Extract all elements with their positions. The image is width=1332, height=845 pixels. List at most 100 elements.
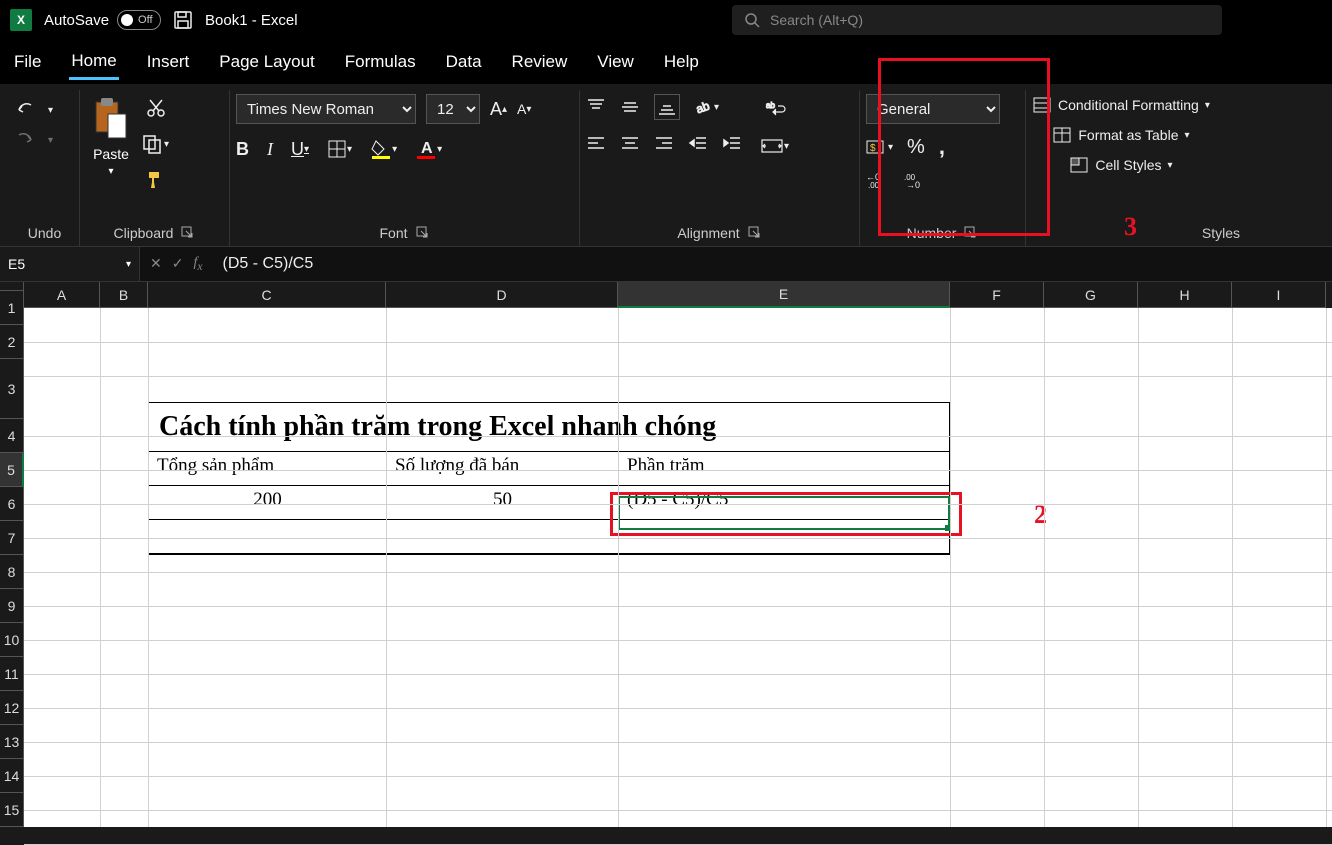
wrap-text-button[interactable]: ab <box>760 100 789 120</box>
align-bottom-icon[interactable] <box>654 94 680 120</box>
header-sold[interactable]: Số lượng đã bán <box>387 452 619 486</box>
tab-data[interactable]: Data <box>444 46 484 78</box>
row-header-3[interactable]: 3 <box>0 359 24 419</box>
format-painter-button[interactable] <box>142 170 169 190</box>
row-header-7[interactable]: 7 <box>0 521 24 555</box>
group-number-label: Number <box>907 225 957 241</box>
row-header-13[interactable]: 13 <box>0 725 24 759</box>
tab-insert[interactable]: Insert <box>145 46 192 78</box>
formula-bar: E5 ▾ ✕ ✓ fx (D5 - C5)/C5 <box>0 246 1332 282</box>
decrease-decimal-icon[interactable]: .00→0 <box>904 170 928 188</box>
redo-button[interactable]: ▾ <box>16 130 53 150</box>
decrease-font-icon[interactable]: A▾ <box>517 101 531 117</box>
enter-formula-icon[interactable]: ✓ <box>172 255 184 273</box>
italic-button[interactable]: I <box>267 139 273 160</box>
clipboard-launcher-icon[interactable] <box>181 226 195 240</box>
svg-text:A: A <box>421 140 433 157</box>
align-left-icon[interactable] <box>586 134 606 154</box>
number-format-select[interactable]: General <box>866 94 1000 124</box>
row-header-5[interactable]: 5 <box>0 453 24 487</box>
align-top-icon[interactable] <box>586 97 606 117</box>
save-icon[interactable] <box>173 10 193 30</box>
ribbon: ▾ ▾ Undo Paste ▾ ▾ Clipboard Times New R <box>0 84 1332 246</box>
underline-button[interactable]: U ▾ <box>291 139 309 160</box>
name-box[interactable]: E5 ▾ <box>0 247 140 281</box>
merge-center-button[interactable]: ▾ <box>760 136 789 156</box>
search-icon <box>744 12 760 28</box>
paste-button[interactable]: Paste ▾ <box>86 94 136 179</box>
col-header-H[interactable]: H <box>1138 282 1232 308</box>
row-header-8[interactable]: 8 <box>0 555 24 589</box>
font-name-select[interactable]: Times New Roman <box>236 94 416 124</box>
cell-styles-button[interactable]: Cell Styles▾ <box>1032 156 1210 174</box>
tab-formulas[interactable]: Formulas <box>343 46 418 78</box>
tab-home[interactable]: Home <box>69 45 118 80</box>
align-right-icon[interactable] <box>654 134 674 154</box>
toggle-switch[interactable]: Off <box>117 10 161 30</box>
col-header-B[interactable]: B <box>100 282 148 308</box>
fill-color-button[interactable]: ▾ <box>370 138 397 160</box>
conditional-formatting-button[interactable]: Conditional Formatting▾ <box>1032 96 1210 114</box>
tab-view[interactable]: View <box>595 46 636 78</box>
increase-indent-icon[interactable] <box>722 134 742 154</box>
decrease-indent-icon[interactable] <box>688 134 708 154</box>
row-header-9[interactable]: 9 <box>0 589 24 623</box>
header-total[interactable]: Tổng sản phẩm <box>149 452 387 486</box>
cut-button[interactable] <box>142 98 169 118</box>
autosave-toggle[interactable]: AutoSave Off <box>44 10 161 30</box>
percent-format-icon[interactable]: % <box>907 136 925 159</box>
font-size-select[interactable]: 12 <box>426 94 480 124</box>
col-header-A[interactable]: A <box>24 282 100 308</box>
cancel-formula-icon[interactable]: ✕ <box>150 255 162 273</box>
number-launcher-icon[interactable] <box>964 226 978 240</box>
borders-button[interactable]: ▾ <box>327 139 352 159</box>
select-all-corner[interactable] <box>0 282 24 291</box>
format-as-table-button[interactable]: Format as Table▾ <box>1032 126 1210 144</box>
row-header-6[interactable]: 6 <box>0 487 24 521</box>
cell-d5[interactable]: 50 <box>387 486 619 520</box>
orientation-icon[interactable]: ab▾ <box>694 97 719 117</box>
row-header-15[interactable]: 15 <box>0 793 24 827</box>
copy-button[interactable]: ▾ <box>142 134 169 154</box>
font-launcher-icon[interactable] <box>416 226 430 240</box>
undo-button[interactable]: ▾ <box>16 100 53 120</box>
font-color-button[interactable]: A▾ <box>415 138 442 160</box>
worksheet[interactable]: 123456789101112131415 ABCDEFGHI Cách tín… <box>0 282 1332 827</box>
row-header-1[interactable]: 1 <box>0 291 24 325</box>
accounting-format-icon[interactable]: $▾ <box>866 138 893 156</box>
tab-review[interactable]: Review <box>510 46 570 78</box>
group-styles-label: Styles <box>1202 225 1240 241</box>
tab-help[interactable]: Help <box>662 46 701 78</box>
row-header-10[interactable]: 10 <box>0 623 24 657</box>
group-undo-label: Undo <box>16 220 73 246</box>
row-header-4[interactable]: 4 <box>0 419 24 453</box>
cell-c5[interactable]: 200 <box>149 486 387 520</box>
row-header-2[interactable]: 2 <box>0 325 24 359</box>
col-header-E[interactable]: E <box>618 282 950 308</box>
title-bar: X AutoSave Off Book1 - Excel Search (Alt… <box>0 0 1332 40</box>
col-header-C[interactable]: C <box>148 282 386 308</box>
row-header-12[interactable]: 12 <box>0 691 24 725</box>
row-header-14[interactable]: 14 <box>0 759 24 793</box>
search-box[interactable]: Search (Alt+Q) <box>732 5 1222 35</box>
svg-text:ab: ab <box>766 101 775 110</box>
col-header-D[interactable]: D <box>386 282 618 308</box>
increase-font-icon[interactable]: A▴ <box>490 99 507 120</box>
header-percent[interactable]: Phần trăm <box>619 452 949 486</box>
increase-decimal-icon[interactable]: ←0.00 <box>866 170 890 188</box>
col-header-I[interactable]: I <box>1232 282 1326 308</box>
tab-file[interactable]: File <box>12 46 43 78</box>
col-header-F[interactable]: F <box>950 282 1044 308</box>
fx-icon[interactable]: fx <box>193 255 202 273</box>
data-table: Cách tính phần trăm trong Excel nhanh ch… <box>148 402 950 555</box>
alignment-launcher-icon[interactable] <box>748 226 762 240</box>
search-placeholder: Search (Alt+Q) <box>770 12 863 28</box>
comma-format-icon[interactable]: , <box>939 134 945 160</box>
col-header-G[interactable]: G <box>1044 282 1138 308</box>
formula-input[interactable]: (D5 - C5)/C5 <box>213 255 1332 273</box>
tab-page-layout[interactable]: Page Layout <box>217 46 316 78</box>
row-header-11[interactable]: 11 <box>0 657 24 691</box>
align-center-icon[interactable] <box>620 134 640 154</box>
align-middle-icon[interactable] <box>620 97 640 117</box>
bold-button[interactable]: B <box>236 139 249 160</box>
